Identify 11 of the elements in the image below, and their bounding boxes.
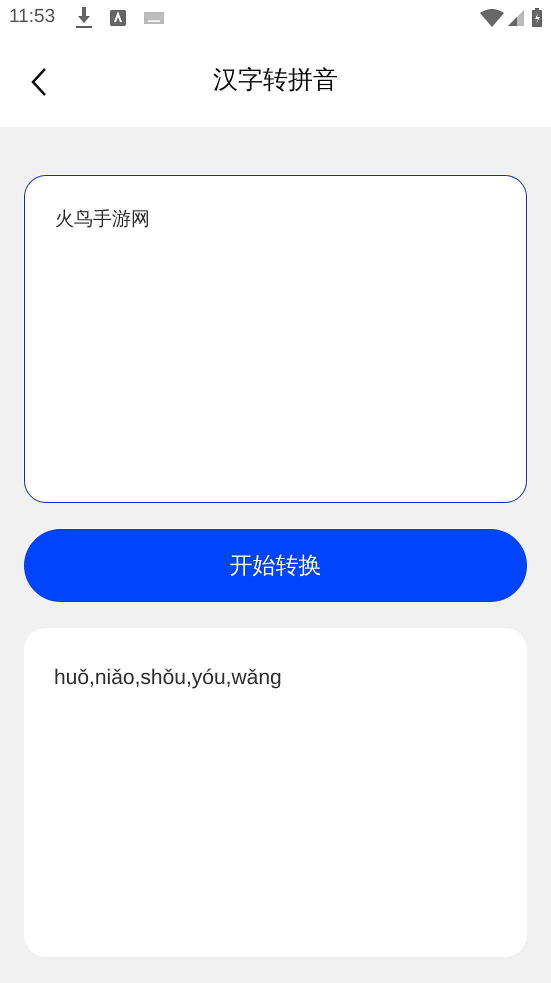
- convert-button[interactable]: 开始转换: [24, 529, 527, 602]
- signal-icon: [508, 10, 524, 26]
- text-input-field[interactable]: 火鸟手游网: [24, 175, 527, 503]
- pinyin-result: huǒ,niǎo,shǒu,yóu,wǎng: [54, 666, 282, 689]
- download-icon: [75, 6, 94, 28]
- page-title: 汉字转拼音: [213, 65, 338, 96]
- wifi-icon: [480, 8, 504, 26]
- status-time: 11:53: [9, 5, 56, 30]
- app-icon: [110, 10, 126, 26]
- battery-icon: [532, 8, 542, 27]
- keyboard-icon: [144, 12, 164, 24]
